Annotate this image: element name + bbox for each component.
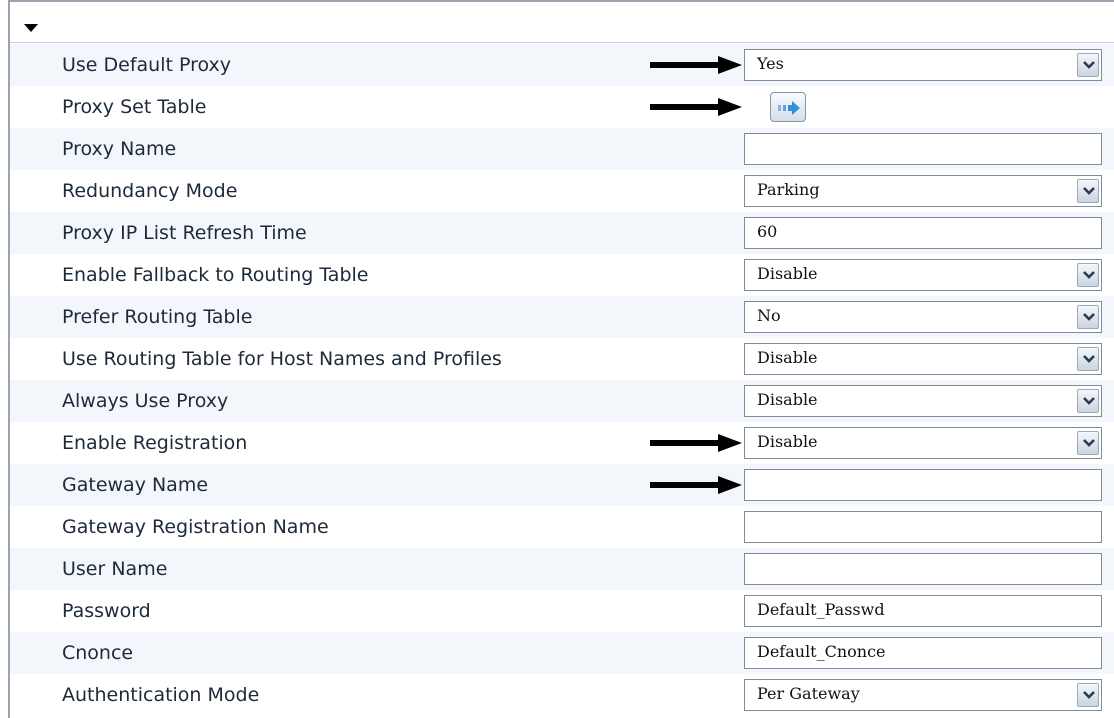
field-value: Per Gateway — [757, 684, 860, 703]
field-value: Default_Cnonce — [757, 642, 886, 661]
setting-label: Always Use Proxy — [62, 390, 229, 412]
input-proxy-name[interactable] — [744, 133, 1102, 165]
input-proxy-ip-list-refresh-time[interactable]: 60 — [744, 217, 1102, 249]
chevron-down-icon — [1083, 61, 1095, 69]
setting-label: Enable Registration — [62, 432, 248, 454]
chevron-down-icon — [1083, 397, 1095, 405]
setting-label: Use Default Proxy — [62, 54, 232, 76]
setting-label: Cnonce — [62, 642, 134, 664]
setting-label: Proxy Name — [62, 138, 177, 160]
setting-row-enable-registration: Enable Registration Disable — [10, 422, 1114, 464]
setting-row-proxy-set-table: Proxy Set Table — [10, 86, 1114, 128]
input-user-name[interactable] — [744, 553, 1102, 585]
field-value: Default_Passwd — [757, 600, 885, 619]
input-gateway-name[interactable] — [744, 469, 1102, 501]
settings-rows: Use Default Proxy Yes Proxy Set Table Proxy… — [10, 44, 1114, 716]
setting-row-use-routing-table-for-host-names-and-profiles: Use Routing Table for Host Names and Pro… — [10, 338, 1114, 380]
setting-label: Proxy Set Table — [62, 96, 207, 118]
chevron-down-icon — [1083, 187, 1095, 195]
setting-row-proxy-ip-list-refresh-time: Proxy IP List Refresh Time 60 — [10, 212, 1114, 254]
setting-row-gateway-name: Gateway Name — [10, 464, 1114, 506]
chevron-down-icon — [1083, 439, 1095, 447]
select-enable-registration[interactable]: Disable — [744, 427, 1102, 459]
input-cnonce[interactable]: Default_Cnonce — [744, 637, 1102, 669]
setting-row-always-use-proxy: Always Use Proxy Disable — [10, 380, 1114, 422]
pointer-arrow-icon — [650, 56, 742, 74]
field-value: Disable — [757, 390, 818, 409]
field-value: Disable — [757, 432, 818, 451]
setting-label: Redundancy Mode — [62, 180, 238, 202]
select-use-routing-table-for-host-names-and-profiles[interactable]: Disable — [744, 343, 1102, 375]
triangle-down-icon[interactable] — [24, 24, 38, 32]
setting-row-gateway-registration-name: Gateway Registration Name — [10, 506, 1114, 548]
setting-row-cnonce: Cnonce Default_Cnonce — [10, 632, 1114, 674]
setting-label: Enable Fallback to Routing Table — [62, 264, 369, 286]
setting-label: Use Routing Table for Host Names and Pro… — [62, 348, 502, 370]
pointer-arrow-icon — [650, 98, 742, 116]
setting-row-prefer-routing-table: Prefer Routing Table No — [10, 296, 1114, 338]
setting-row-enable-fallback-to-routing-table: Enable Fallback to Routing Table Disable — [10, 254, 1114, 296]
dropdown-button[interactable] — [1077, 53, 1099, 77]
select-authentication-mode[interactable]: Per Gateway — [744, 679, 1102, 711]
field-value: No — [757, 306, 781, 325]
dropdown-button[interactable] — [1077, 389, 1099, 413]
setting-label: Gateway Name — [62, 474, 209, 496]
field-value: Disable — [757, 264, 818, 283]
field-value: Yes — [757, 54, 784, 73]
chevron-down-icon — [1083, 355, 1095, 363]
select-use-default-proxy[interactable]: Yes — [744, 49, 1102, 81]
setting-label: Password — [62, 600, 151, 622]
chevron-down-icon — [1083, 691, 1095, 699]
select-redundancy-mode[interactable]: Parking — [744, 175, 1102, 207]
setting-row-proxy-name: Proxy Name — [10, 128, 1114, 170]
arrow-right-icon — [778, 101, 800, 115]
setting-label: User Name — [62, 558, 168, 580]
setting-label: Proxy IP List Refresh Time — [62, 222, 307, 244]
field-value: Disable — [757, 348, 818, 367]
field-value: 60 — [757, 222, 778, 241]
setting-label: Gateway Registration Name — [62, 516, 329, 538]
dropdown-button[interactable] — [1077, 683, 1099, 707]
input-password[interactable]: Default_Passwd — [744, 595, 1102, 627]
dropdown-button[interactable] — [1077, 179, 1099, 203]
setting-row-use-default-proxy: Use Default Proxy Yes — [10, 44, 1114, 86]
pointer-arrow-icon — [650, 434, 742, 452]
dropdown-button[interactable] — [1077, 431, 1099, 455]
setting-row-authentication-mode: Authentication Mode Per Gateway — [10, 674, 1114, 716]
proxy-set-table-button[interactable] — [770, 92, 806, 122]
setting-label: Prefer Routing Table — [62, 306, 253, 328]
pointer-arrow-icon — [650, 476, 742, 494]
dropdown-button[interactable] — [1077, 347, 1099, 371]
setting-row-redundancy-mode: Redundancy Mode Parking — [10, 170, 1114, 212]
input-gateway-registration-name[interactable] — [744, 511, 1102, 543]
dropdown-button[interactable] — [1077, 305, 1099, 329]
select-always-use-proxy[interactable]: Disable — [744, 385, 1102, 417]
chevron-down-icon — [1083, 271, 1095, 279]
setting-row-password: Password Default_Passwd — [10, 590, 1114, 632]
dropdown-button[interactable] — [1077, 263, 1099, 287]
setting-row-user-name: User Name — [10, 548, 1114, 590]
chevron-down-icon — [1083, 313, 1095, 321]
setting-label: Authentication Mode — [62, 684, 260, 706]
select-enable-fallback-to-routing-table[interactable]: Disable — [744, 259, 1102, 291]
section-header — [10, 2, 1114, 43]
field-value: Parking — [757, 180, 820, 199]
select-prefer-routing-table[interactable]: No — [744, 301, 1102, 333]
